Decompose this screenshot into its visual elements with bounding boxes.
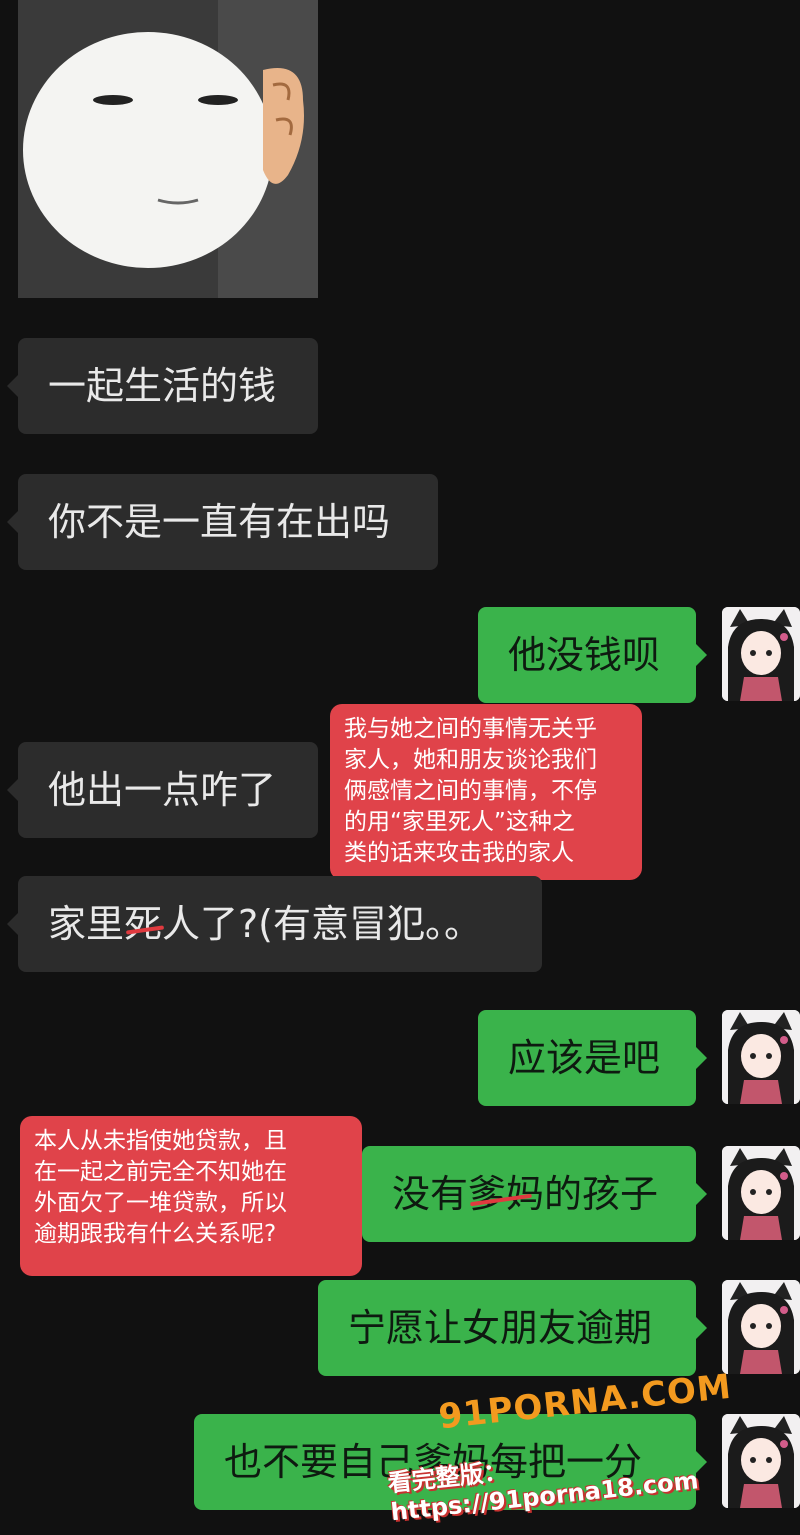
sticker-image[interactable] bbox=[18, 0, 318, 298]
message-text: 家里死人了?(有意冒犯。。 bbox=[48, 902, 482, 946]
avatar-girl-icon bbox=[722, 1010, 800, 1104]
sticker-face-icon bbox=[18, 0, 318, 298]
message-text: 他出一点咋了 bbox=[48, 768, 277, 812]
avatar[interactable] bbox=[722, 1010, 800, 1104]
red-annotation: 我与她之间的事情无关乎 家人，她和朋友谈论我们 俩感情之间的事情，不停 的用“家… bbox=[330, 704, 642, 880]
message-bubble-left[interactable]: 他出一点咋了 bbox=[7, 742, 318, 838]
avatar-girl-icon bbox=[722, 607, 800, 701]
message-bubble-right[interactable]: 他没钱呗 bbox=[478, 607, 707, 703]
message-bubble-right[interactable]: 宁愿让女朋友逾期 bbox=[318, 1280, 707, 1376]
message-text: 他没钱呗 bbox=[508, 633, 661, 677]
message-text: 你不是一直有在出吗 bbox=[48, 500, 391, 544]
message-bubble-left[interactable]: 家里死人了?(有意冒犯。。 bbox=[7, 876, 542, 972]
message-bubble-left[interactable]: 一起生活的钱 bbox=[7, 338, 318, 434]
red-annotation: 本人从未指使她贷款，且 在一起之前完全不知她在 外面欠了一堆贷款，所以 逾期跟我… bbox=[20, 1116, 362, 1276]
avatar-girl-icon bbox=[722, 1280, 800, 1374]
avatar-girl-icon bbox=[722, 1146, 800, 1240]
message-bubble-right[interactable]: 应该是吧 bbox=[478, 1010, 707, 1106]
avatar[interactable] bbox=[722, 1146, 800, 1240]
message-text: 一起生活的钱 bbox=[48, 364, 277, 408]
message-text: 应该是吧 bbox=[508, 1036, 661, 1080]
message-bubble-left[interactable]: 你不是一直有在出吗 bbox=[7, 474, 438, 570]
avatar[interactable] bbox=[722, 1280, 800, 1374]
avatar[interactable] bbox=[722, 607, 800, 701]
message-text: 宁愿让女朋友逾期 bbox=[348, 1306, 653, 1350]
